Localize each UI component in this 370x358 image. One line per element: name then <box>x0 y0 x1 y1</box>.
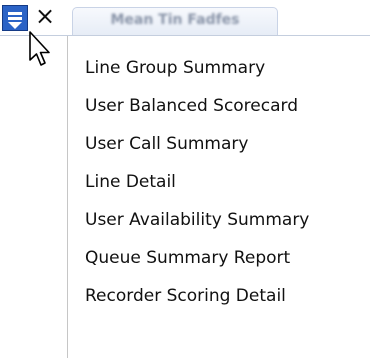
tab-label: Mean Tin Fadfes <box>110 12 240 28</box>
close-icon[interactable]: × <box>35 2 55 30</box>
menu-arrow <box>8 22 22 29</box>
menu-bar-line <box>8 12 22 15</box>
menu-item-label: Line Group Summary <box>85 58 266 78</box>
menu-item-label: Queue Summary Report <box>85 248 291 268</box>
tab-current[interactable]: Mean Tin Fadfes <box>72 7 278 36</box>
report-dropdown-menu: Line Group Summary User Balanced Scoreca… <box>16 36 370 358</box>
menu-item-label: User Balanced Scorecard <box>85 96 299 116</box>
menu-item-line-group-summary[interactable]: Line Group Summary <box>16 50 370 86</box>
menu-item-label: Line Detail <box>85 172 176 192</box>
menu-bar-line <box>8 17 22 20</box>
menu-item-user-availability-summary[interactable]: User Availability Summary <box>16 202 370 238</box>
menu-item-user-balanced-scorecard[interactable]: User Balanced Scorecard <box>16 88 370 124</box>
menu-item-queue-summary-report[interactable]: Queue Summary Report <box>16 240 370 276</box>
mouse-pointer-icon <box>29 31 50 66</box>
menu-item-label: User Call Summary <box>85 134 249 154</box>
menu-item-recorder-scoring-detail[interactable]: Recorder Scoring Detail <box>16 278 370 314</box>
menu-item-user-call-summary[interactable]: User Call Summary <box>16 126 370 162</box>
menu-item-label: User Availability Summary <box>85 210 310 230</box>
menu-item-line-detail[interactable]: Line Detail <box>16 164 370 200</box>
report-menu-screen: × Mean Tin Fadfes Line Group Summary Use… <box>0 0 370 358</box>
dropdown-menu-icon[interactable] <box>2 5 28 31</box>
toolbar: × Mean Tin Fadfes <box>0 0 370 36</box>
menu-item-label: Recorder Scoring Detail <box>85 286 286 306</box>
